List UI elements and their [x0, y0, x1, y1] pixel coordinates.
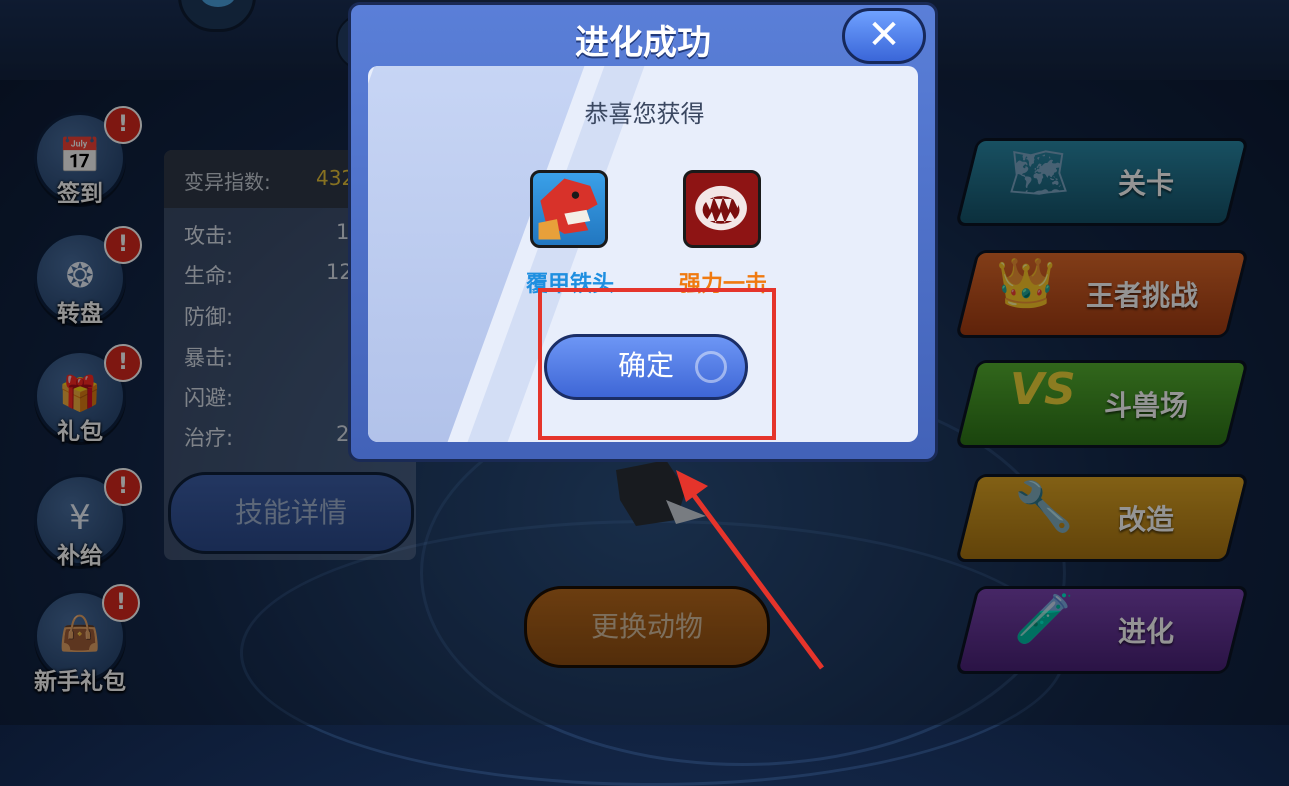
pointer-arrow-icon	[676, 470, 825, 670]
armored-dragon-icon[interactable]	[530, 170, 608, 248]
close-button[interactable]: ✕	[842, 8, 926, 64]
bite-icon[interactable]	[683, 170, 761, 248]
close-icon: ✕	[867, 12, 901, 58]
highlight-box	[538, 288, 776, 440]
congrats-text: 恭喜您获得	[584, 100, 705, 128]
